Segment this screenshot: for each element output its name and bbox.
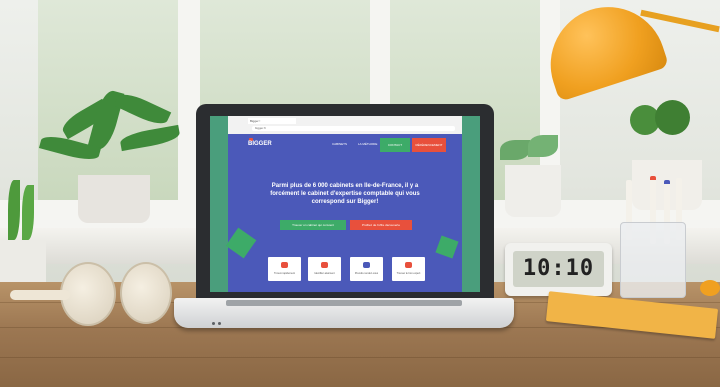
address-bar[interactable]: bigger.fr	[252, 126, 455, 131]
feature-card-label: Identifier aisément	[314, 272, 335, 275]
feature-card[interactable]: Identifier aisément	[308, 257, 341, 281]
building-icon	[321, 262, 328, 268]
lightbulb-icon	[405, 262, 412, 268]
headphones-band	[10, 290, 70, 300]
website-page: BIGGER CABINETS LA MÉTHODE CONTACT RÉFÉR…	[225, 134, 462, 292]
feature-card[interactable]: Prendre rendez-vous	[350, 257, 383, 281]
nav-link-methode[interactable]: LA MÉTHODE	[358, 142, 377, 146]
nav-link-cabinets[interactable]: CABINETS	[332, 142, 347, 146]
wood-grain	[0, 357, 720, 358]
orange-object	[700, 280, 720, 296]
hero-headline: Parmi plus de 6 000 cabinets en Ile-de-F…	[270, 183, 420, 205]
laptop-hinge	[226, 300, 462, 306]
plant-pot	[78, 175, 150, 223]
feature-card[interactable]: Trouvé rapidement	[268, 257, 301, 281]
browser-toolbar: Bigger ! bigger.fr	[228, 116, 462, 134]
headphones	[120, 262, 172, 324]
plant-leaf	[655, 100, 690, 135]
plant-leaf	[528, 135, 558, 157]
feature-card-label: Trouver le bon expert	[396, 272, 421, 275]
laptop-indicator-light	[212, 322, 215, 325]
laptop-screen: Bigger ! bigger.fr BIGGER CABINETS LA MÉ…	[210, 116, 480, 292]
feature-card-label: Trouvé rapidement	[274, 272, 295, 275]
contact-button[interactable]: CONTACT	[380, 138, 410, 152]
plant-pot	[505, 165, 561, 217]
decorative-shape	[435, 235, 459, 259]
feature-card-label: Prendre rendez-vous	[354, 272, 379, 275]
site-header: BIGGER CABINETS LA MÉTHODE CONTACT RÉFÉR…	[228, 134, 462, 154]
plant-leaf	[8, 180, 20, 240]
discovery-offer-button[interactable]: Profitez de l'offre découverte	[350, 220, 412, 230]
laptop-indicator-light	[218, 322, 221, 325]
search-icon	[281, 262, 288, 268]
referencement-button[interactable]: RÉFÉRENCEMENT	[412, 138, 446, 152]
feature-card[interactable]: Trouver le bon expert	[392, 257, 425, 281]
send-icon	[363, 262, 370, 268]
clock-display: 10:10	[513, 251, 604, 287]
site-logo[interactable]: BIGGER	[248, 141, 272, 147]
digital-clock: 10:10	[505, 243, 612, 296]
desk-scene: 10:10 Bigger ! bigger.fr BIGGER CABINETS…	[0, 0, 720, 387]
find-cabinet-button[interactable]: Trouver un cabinet qui convient	[280, 220, 346, 230]
plant-leaf	[22, 185, 34, 240]
decorative-shape	[225, 227, 257, 259]
browser-tab[interactable]: Bigger !	[248, 118, 296, 124]
pencil-cup	[620, 222, 686, 298]
plant-leaf	[500, 140, 530, 160]
